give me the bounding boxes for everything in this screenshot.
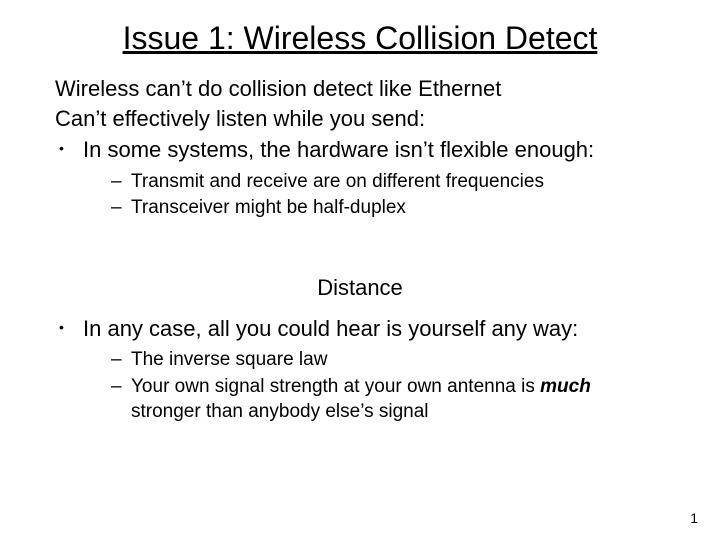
dash-item: Transmit and receive are on different fr…	[111, 170, 665, 195]
lead-line-2: Can’t effectively listen while you send:	[55, 105, 665, 133]
dash-text-em: much	[540, 376, 591, 397]
lead-line-1: Wireless can’t do collision detect like …	[55, 75, 665, 103]
dash-item: Your own signal strength at your own ant…	[111, 375, 665, 424]
slide: Issue 1: Wireless Collision Detect Wirel…	[0, 0, 720, 540]
dash-item: Transceiver might be half-duplex	[111, 196, 665, 221]
dash-text-post: stronger than anybody else’s signal	[131, 401, 429, 422]
bullet-text: In some systems, the hardware isn’t flex…	[83, 137, 594, 162]
bullet-item: In some systems, the hardware isn’t flex…	[55, 136, 665, 221]
dash-list: Transmit and receive are on different fr…	[111, 170, 665, 221]
dash-list: The inverse square law Your own signal s…	[111, 348, 665, 424]
dash-item: The inverse square law	[111, 348, 665, 373]
bullet-list-2: In any case, all you could hear is yours…	[55, 315, 665, 425]
bullet-list-1: In some systems, the hardware isn’t flex…	[55, 136, 665, 221]
bullet-item: In any case, all you could hear is yours…	[55, 315, 665, 425]
page-number: 1	[690, 510, 698, 526]
subheading-distance: Distance	[55, 275, 665, 301]
bullet-text: In any case, all you could hear is yours…	[83, 316, 578, 341]
slide-title: Issue 1: Wireless Collision Detect	[55, 20, 665, 57]
dash-text-pre: Your own signal strength at your own ant…	[131, 376, 540, 397]
